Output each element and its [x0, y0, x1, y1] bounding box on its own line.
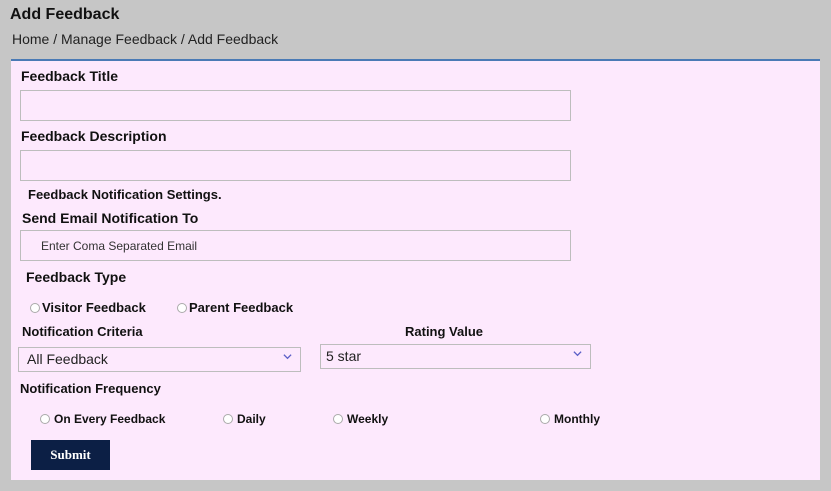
- submit-button[interactable]: Submit: [31, 440, 110, 470]
- feedback-description-label: Feedback Description: [21, 128, 167, 144]
- radio-button-icon[interactable]: [223, 414, 233, 424]
- radio-button-icon[interactable]: [30, 302, 40, 313]
- feedback-type-label: Feedback Type: [26, 269, 127, 285]
- radio-visitor-feedback-label: Visitor Feedback: [42, 300, 146, 315]
- radio-monthly-label: Monthly: [554, 412, 600, 426]
- radio-monthly[interactable]: Monthly: [540, 412, 600, 426]
- notification-criteria-label: Notification Criteria: [22, 324, 143, 339]
- notification-settings-heading: Feedback Notification Settings.: [28, 187, 222, 202]
- notification-frequency-label: Notification Frequency: [20, 381, 161, 396]
- email-recipients-input[interactable]: [20, 230, 571, 261]
- notification-criteria-select[interactable]: All Feedback: [18, 347, 301, 372]
- feedback-form-panel: Feedback Title Feedback Description Feed…: [11, 59, 820, 480]
- chevron-down-icon[interactable]: [573, 349, 582, 358]
- chevron-down-icon[interactable]: [283, 352, 292, 361]
- feedback-title-label: Feedback Title: [21, 68, 119, 84]
- radio-on-every-feedback-label: On Every Feedback: [54, 412, 166, 426]
- radio-weekly[interactable]: Weekly: [333, 412, 388, 426]
- send-email-label: Send Email Notification To: [22, 210, 199, 226]
- radio-parent-feedback-label: Parent Feedback: [189, 300, 294, 315]
- radio-button-icon[interactable]: [177, 302, 187, 313]
- feedback-description-input[interactable]: [20, 150, 571, 181]
- page-title: Add Feedback: [10, 6, 120, 23]
- radio-on-every-feedback[interactable]: On Every Feedback: [40, 412, 165, 426]
- radio-visitor-feedback[interactable]: Visitor Feedback: [30, 300, 146, 315]
- radio-button-icon[interactable]: [333, 414, 343, 424]
- radio-weekly-label: Weekly: [347, 412, 389, 426]
- radio-daily[interactable]: Daily: [223, 412, 266, 426]
- feedback-title-input[interactable]: [20, 90, 571, 121]
- rating-value-select[interactable]: 5 star: [320, 344, 591, 369]
- radio-parent-feedback[interactable]: Parent Feedback: [177, 300, 293, 315]
- rating-value-value: 5 star: [326, 348, 362, 364]
- radio-button-icon[interactable]: [540, 414, 550, 424]
- radio-button-icon[interactable]: [40, 414, 50, 424]
- breadcrumb[interactable]: Home / Manage Feedback / Add Feedback: [12, 31, 278, 47]
- radio-daily-label: Daily: [237, 412, 266, 426]
- notification-criteria-value: All Feedback: [27, 351, 108, 367]
- rating-value-label: Rating Value: [405, 324, 484, 339]
